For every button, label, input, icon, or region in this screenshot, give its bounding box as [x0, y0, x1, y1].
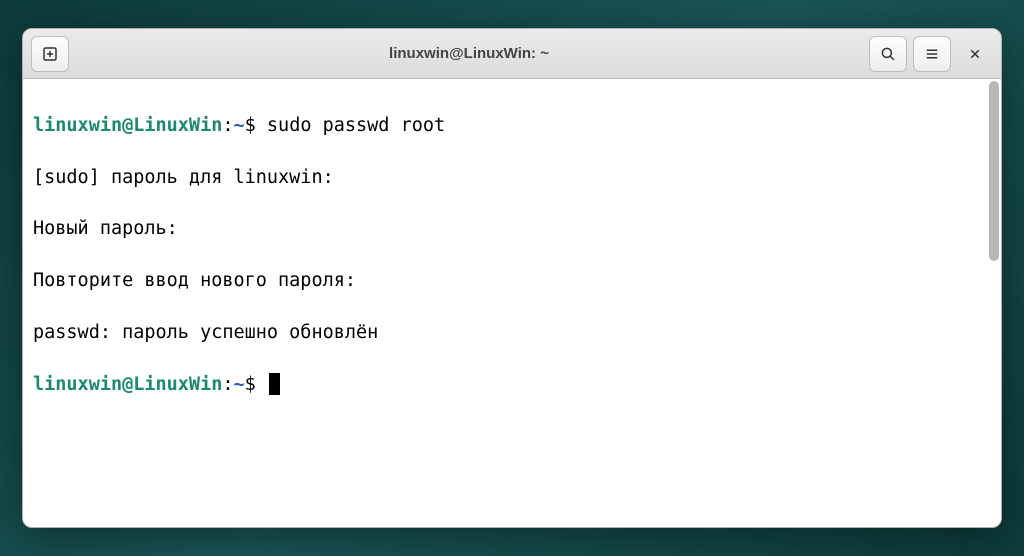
plus-square-icon — [41, 45, 59, 63]
scrollbar-thumb[interactable] — [989, 81, 999, 261]
prompt-userhost: linuxwin@LinuxWin — [33, 374, 222, 395]
terminal-line: passwd: пароль успешно обновлён — [33, 320, 991, 346]
titlebar: linuxwin@LinuxWin: ~ — [23, 29, 1001, 79]
search-icon — [879, 45, 897, 63]
menu-button[interactable] — [913, 36, 951, 72]
terminal-line: Новый пароль: — [33, 216, 991, 242]
terminal-window: linuxwin@LinuxWin: ~ linuxwin@LinuxWin:~… — [22, 28, 1002, 528]
search-button[interactable] — [869, 36, 907, 72]
terminal-line: linuxwin@LinuxWin:~$ sudo passwd root — [33, 113, 991, 139]
prompt-userhost: linuxwin@LinuxWin — [33, 115, 222, 136]
close-button[interactable] — [957, 36, 993, 72]
terminal-line: Повторите ввод нового пароля: — [33, 268, 991, 294]
cursor — [269, 373, 280, 395]
prompt-sep: : — [222, 115, 233, 136]
prompt-path: ~ — [234, 374, 245, 395]
close-icon — [966, 45, 984, 63]
prompt-path: ~ — [234, 115, 245, 136]
window-title: linuxwin@LinuxWin: ~ — [75, 45, 863, 62]
terminal-body[interactable]: linuxwin@LinuxWin:~$ sudo passwd root [s… — [23, 79, 1001, 527]
new-tab-button[interactable] — [31, 36, 69, 72]
terminal-line: [sudo] пароль для linuxwin: — [33, 165, 991, 191]
command-text: sudo passwd root — [267, 115, 445, 136]
terminal-line: linuxwin@LinuxWin:~$ — [33, 372, 991, 398]
prompt-sep: : — [222, 374, 233, 395]
prompt-symbol: $ — [245, 115, 267, 136]
prompt-symbol: $ — [245, 374, 267, 395]
hamburger-icon — [923, 45, 941, 63]
